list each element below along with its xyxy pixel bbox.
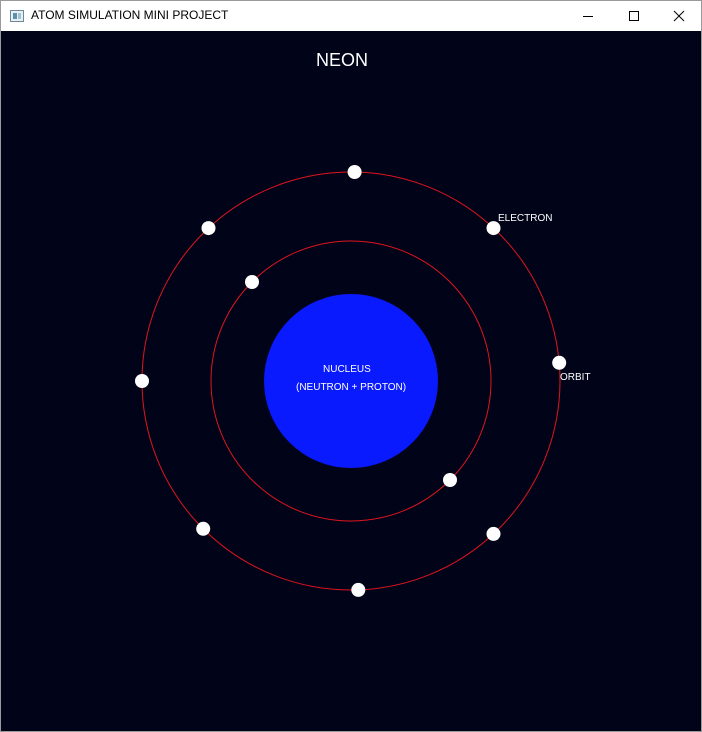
outer-electron-6 <box>351 582 366 597</box>
outer-electron-7 <box>486 526 501 541</box>
simulation-canvas: NEON NUCLEUS (NEUTRON + PROTON) ELECTRON… <box>1 31 701 731</box>
maximize-button[interactable] <box>611 1 657 31</box>
nucleus-sublabel: (NEUTRON + PROTON) <box>296 382 407 393</box>
inner-electron-2 <box>443 473 457 487</box>
nucleus <box>264 294 438 468</box>
inner-electron-1 <box>245 275 259 289</box>
maximize-icon <box>629 11 639 21</box>
outer-electron-4 <box>135 374 149 388</box>
outer-electron-5 <box>196 521 211 536</box>
atom-diagram <box>135 165 567 597</box>
app-window: ATOM SIMULATION MINI PROJECT NEON NUCLEU… <box>0 0 702 732</box>
minimize-icon <box>583 16 593 17</box>
outer-electron-1 <box>347 165 362 179</box>
orbit-label: ORBIT <box>560 372 591 383</box>
window-title: ATOM SIMULATION MINI PROJECT <box>31 8 229 22</box>
outer-electron-8 <box>552 355 567 370</box>
title-bar[interactable]: ATOM SIMULATION MINI PROJECT <box>1 1 701 31</box>
close-button[interactable] <box>656 1 702 31</box>
element-name: NEON <box>316 50 369 70</box>
outer-electron-3 <box>201 221 216 236</box>
app-icon <box>10 10 24 22</box>
nucleus-label: NUCLEUS <box>323 364 371 375</box>
minimize-button[interactable] <box>565 1 611 31</box>
close-icon <box>673 10 685 22</box>
electron-label: ELECTRON <box>498 213 553 224</box>
